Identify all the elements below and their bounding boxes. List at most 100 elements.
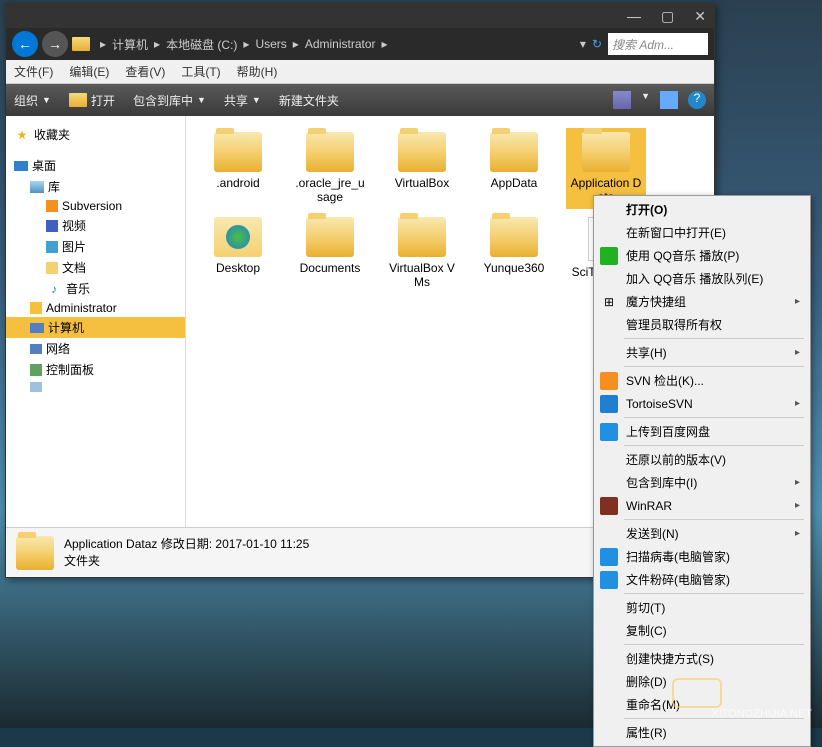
context-menu-item[interactable]: ⊞魔方快捷组▸ <box>596 290 808 313</box>
context-menu-item[interactable]: 创建快捷方式(S) <box>596 647 808 670</box>
preview-pane-icon[interactable] <box>660 91 678 109</box>
context-menu-label: 共享(H) <box>626 344 787 361</box>
file-item[interactable]: Yunque360 <box>474 213 554 294</box>
submenu-arrow-icon: ▸ <box>795 528 800 539</box>
context-menu-label: 在新窗口中打开(E) <box>626 224 800 241</box>
nav-back-button[interactable]: ← <box>12 31 38 57</box>
context-menu-separator <box>624 366 804 367</box>
desktop-node[interactable]: 桌面 <box>6 155 185 176</box>
folder-icon <box>214 132 262 172</box>
file-label: VirtualBox VMs <box>386 261 458 290</box>
sidebar-item-empty[interactable] <box>6 380 185 394</box>
context-menu-item[interactable]: 包含到库中(I) ▸ <box>596 471 808 494</box>
help-icon[interactable]: ? <box>688 91 706 109</box>
context-menu-item[interactable]: 在新窗口中打开(E) <box>596 221 808 244</box>
new-folder-button[interactable]: 新建文件夹 <box>279 92 339 109</box>
picture-icon <box>46 241 58 253</box>
user-icon <box>30 302 42 314</box>
sidebar-item-pictures[interactable]: 图片 <box>6 236 185 257</box>
network-icon <box>30 344 42 354</box>
submenu-arrow-icon: ▸ <box>795 347 800 358</box>
file-item[interactable]: .oracle_jre_usage <box>290 128 370 209</box>
context-menu-item[interactable]: 使用 QQ音乐 播放(P) <box>596 244 808 267</box>
context-menu-item[interactable]: 加入 QQ音乐 播放队列(E) <box>596 267 808 290</box>
folder-icon <box>30 382 42 392</box>
menu-help[interactable]: 帮助(H) <box>237 63 278 80</box>
close-button[interactable]: ✕ <box>694 8 706 25</box>
file-item[interactable]: VirtualBox <box>382 128 462 209</box>
computer-icon <box>30 323 44 333</box>
sidebar-item-controlpanel[interactable]: 控制面板 <box>6 359 185 380</box>
include-library-button[interactable]: 包含到库中▼ <box>133 92 206 109</box>
context-menu-label: 还原以前的版本(V) <box>626 451 800 468</box>
context-menu-item[interactable]: 属性(R) <box>596 721 808 744</box>
context-menu-item[interactable]: 剪切(T) <box>596 596 808 619</box>
context-menu-item[interactable]: 发送到(N)▸ <box>596 522 808 545</box>
file-item[interactable]: VirtualBox VMs <box>382 213 462 294</box>
menu-tools[interactable]: 工具(T) <box>181 63 220 80</box>
dropdown-icon[interactable]: ▾ <box>580 37 586 51</box>
blank-icon <box>600 622 618 640</box>
sidebar-item-video[interactable]: 视频 <box>6 215 185 236</box>
context-menu-item[interactable]: 扫描病毒(电脑管家) <box>596 545 808 568</box>
titlebar: — ▢ ✕ <box>6 4 714 28</box>
sidebar-item-administrator[interactable]: Administrator <box>6 299 185 317</box>
breadcrumb[interactable]: ▸计算机 ▸本地磁盘 (C:) ▸Users ▸Administrator ▸ <box>94 36 576 53</box>
monitor-icon <box>14 161 28 171</box>
context-menu-item[interactable]: SVN 检出(K)... <box>596 369 808 392</box>
menu-file[interactable]: 文件(F) <box>14 63 53 80</box>
nav-forward-button[interactable]: → <box>42 31 68 57</box>
folder-icon <box>490 217 538 257</box>
sidebar-item-computer[interactable]: 计算机 <box>6 317 185 338</box>
toolbar: 组织▼ 打开 包含到库中▼ 共享▼ 新建文件夹 ▼ ? <box>6 84 714 116</box>
sidebar-item-subversion[interactable]: Subversion <box>6 197 185 215</box>
status-name: Application Dataz <box>64 537 157 551</box>
breadcrumb-item: 计算机 <box>112 36 148 53</box>
minimize-button[interactable]: — <box>627 8 641 24</box>
context-menu-item[interactable]: 上传到百度网盘 <box>596 420 808 443</box>
context-menu-item[interactable]: 文件粉碎(电脑管家) <box>596 568 808 591</box>
sidebar-item-documents[interactable]: 文档 <box>6 257 185 278</box>
library-node[interactable]: 库 <box>6 176 185 197</box>
folder-icon <box>69 93 87 107</box>
context-menu-item[interactable]: 还原以前的版本(V) <box>596 448 808 471</box>
menu-edit[interactable]: 编辑(E) <box>69 63 109 80</box>
menu-view[interactable]: 查看(V) <box>125 63 165 80</box>
view-mode-icon[interactable] <box>613 91 631 109</box>
favorites-node[interactable]: ★收藏夹 <box>6 124 185 145</box>
blank-icon <box>600 201 618 219</box>
context-menu-label: 包含到库中(I) <box>626 474 787 491</box>
shred-icon <box>600 571 618 589</box>
context-menu-label: 属性(R) <box>626 724 800 741</box>
file-item[interactable]: .android <box>198 128 278 209</box>
context-menu-item[interactable]: TortoiseSVN▸ <box>596 392 808 415</box>
context-menu-item[interactable]: 管理员取得所有权 <box>596 313 808 336</box>
view-dropdown-icon[interactable]: ▼ <box>641 91 650 109</box>
grid-icon: ⊞ <box>600 293 618 311</box>
open-button[interactable]: 打开 <box>69 92 115 109</box>
context-menu-item[interactable]: WinRAR▸ <box>596 494 808 517</box>
submenu-arrow-icon: ▸ <box>795 477 800 488</box>
context-menu-item[interactable]: 共享(H) ▸ <box>596 341 808 364</box>
file-item[interactable]: Desktop <box>198 213 278 294</box>
context-menu-item[interactable]: 打开(O) <box>596 198 808 221</box>
organize-button[interactable]: 组织▼ <box>14 92 51 109</box>
sidebar-item-music[interactable]: ♪音乐 <box>6 278 185 299</box>
search-input[interactable]: 搜索 Adm... <box>608 33 708 55</box>
folder-icon <box>306 132 354 172</box>
file-item[interactable]: Documents <box>290 213 370 294</box>
folder-icon <box>582 132 630 172</box>
blank-icon <box>600 599 618 617</box>
library-icon <box>30 181 44 193</box>
tortoise-icon <box>600 395 618 413</box>
context-menu-label: 复制(C) <box>626 622 800 639</box>
blank-icon <box>600 525 618 543</box>
submenu-arrow-icon: ▸ <box>795 398 800 409</box>
file-item[interactable]: AppData <box>474 128 554 209</box>
refresh-icon[interactable]: ↻ <box>592 37 602 51</box>
maximize-button[interactable]: ▢ <box>661 8 674 25</box>
context-menu-item[interactable]: 复制(C) <box>596 619 808 642</box>
share-button[interactable]: 共享▼ <box>224 92 261 109</box>
sidebar-item-network[interactable]: 网络 <box>6 338 185 359</box>
blank-icon <box>600 650 618 668</box>
